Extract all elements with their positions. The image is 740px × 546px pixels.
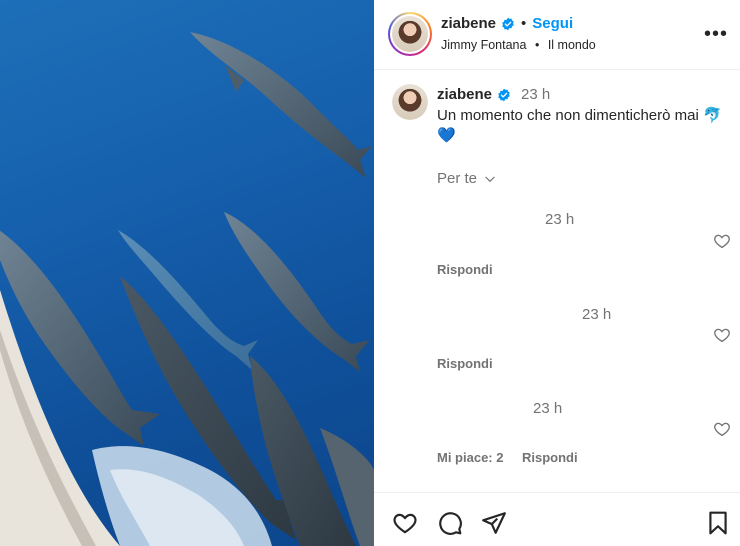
heart-icon[interactable]: [392, 510, 418, 536]
comment-icon[interactable]: [437, 510, 463, 536]
action-bar: [374, 492, 740, 546]
comment-time[interactable]: 23 h: [533, 400, 562, 417]
caption-username-row: ziabene 23 h: [437, 86, 550, 103]
reply-button[interactable]: Rispondi: [437, 356, 493, 371]
follow-button[interactable]: Segui: [532, 15, 573, 32]
caption-time[interactable]: 23 h: [521, 86, 550, 103]
audio-info[interactable]: Jimmy Fontana • Il mondo: [441, 38, 596, 52]
reply-button[interactable]: Rispondi: [522, 450, 578, 465]
comment-likes[interactable]: Mi piace: 2: [437, 450, 503, 465]
reply-button[interactable]: Rispondi: [437, 262, 493, 277]
dolphins-photo: [0, 32, 374, 546]
comment-sort-dropdown[interactable]: Per te: [437, 170, 497, 187]
more-options-icon[interactable]: •••: [704, 24, 728, 44]
verified-badge-icon: [502, 17, 514, 30]
username-link[interactable]: ziabene: [441, 15, 496, 32]
avatar[interactable]: [388, 12, 432, 56]
chevron-down-icon: [485, 176, 495, 182]
sort-label: Per te: [437, 170, 478, 187]
heart-icon[interactable]: [713, 232, 731, 250]
separator-dot: •: [521, 15, 527, 32]
audio-separator: •: [534, 38, 540, 52]
song-title: Il mondo: [547, 38, 596, 52]
heart-icon[interactable]: [713, 420, 731, 438]
bookmark-icon[interactable]: [705, 510, 731, 536]
post-image[interactable]: [0, 0, 374, 546]
post-header: ziabene • Segui Jimmy Fontana • Il mondo…: [374, 0, 740, 70]
share-icon[interactable]: [481, 510, 507, 536]
caption-avatar[interactable]: [392, 84, 428, 120]
comment-time[interactable]: 23 h: [582, 306, 611, 323]
header-username-row: ziabene • Segui: [441, 15, 573, 32]
comment-time[interactable]: 23 h: [545, 211, 574, 228]
verified-badge-icon: [498, 88, 510, 101]
artist-name: Jimmy Fontana: [441, 38, 527, 52]
caption-text: Un momento che non dimenticherò mai 🐬💙: [437, 107, 722, 144]
post-details-panel: ziabene • Segui Jimmy Fontana • Il mondo…: [374, 0, 740, 546]
heart-icon[interactable]: [713, 326, 731, 344]
caption-username[interactable]: ziabene: [437, 86, 492, 103]
